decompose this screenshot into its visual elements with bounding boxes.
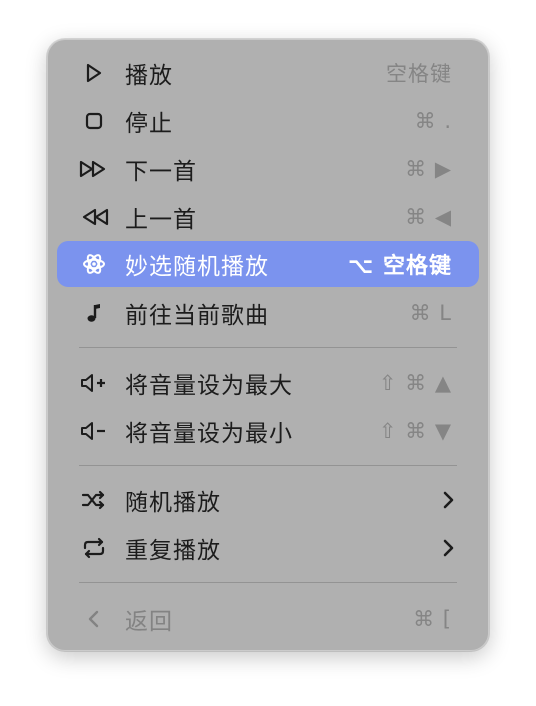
shortcut-text: ⇧ ⌘ ▲ <box>378 371 452 395</box>
previous-track-icon <box>79 204 109 230</box>
menu-item-label: 妙选随机播放 <box>125 254 269 280</box>
play-icon <box>79 60 109 86</box>
volume-down-icon <box>79 418 109 444</box>
menu-item-label: 随机播放 <box>125 490 221 516</box>
repeat-icon <box>79 535 109 561</box>
menu-item-label: 停止 <box>125 111 173 137</box>
menu-item-stop[interactable]: 停止 ⌘ . <box>57 98 479 144</box>
menu-item-back: 返回 ⌘ [ <box>57 596 479 642</box>
shortcut-text: ⌘ L <box>409 301 452 325</box>
menu-separator <box>79 582 457 583</box>
atom-icon <box>79 251 109 277</box>
shortcut-text: 空格键 <box>386 62 452 86</box>
volume-up-icon <box>79 370 109 396</box>
stop-icon <box>79 108 109 134</box>
chevron-right-icon <box>441 539 455 557</box>
menu-item-label: 返回 <box>125 609 173 635</box>
chevron-right-icon <box>441 491 455 509</box>
menu-item-label: 播放 <box>125 63 173 89</box>
music-note-icon <box>79 300 109 326</box>
menu-item-label: 将音量设为最大 <box>125 373 293 399</box>
menu-separator <box>79 347 457 348</box>
menu-item-volume-max[interactable]: 将音量设为最大 ⇧ ⌘ ▲ <box>57 360 479 406</box>
menu-item-label: 上一首 <box>125 207 197 233</box>
menu-separator <box>79 465 457 466</box>
menu-item-label: 将音量设为最小 <box>125 421 293 447</box>
menu-item-go-to-current-song[interactable]: 前往当前歌曲 ⌘ L <box>57 290 479 336</box>
menu-item-previous-track[interactable]: 上一首 ⌘ ◀ <box>57 194 479 240</box>
shortcut-text: ⌥ 空格键 <box>347 254 452 279</box>
shortcut-text: ⌘ . <box>414 109 452 133</box>
back-icon <box>79 606 109 632</box>
shortcut-text: ⌘ ▶ <box>405 157 452 181</box>
shortcut-text: ⇧ ⌘ ▼ <box>378 419 452 443</box>
menu-item-label: 前往当前歌曲 <box>125 303 269 329</box>
shuffle-icon <box>79 487 109 513</box>
playback-context-menu: 播放 空格键 停止 ⌘ . 下一首 ⌘ ▶ 上一首 ⌘ ◀ 妙选随机播放 ⌥ 空… <box>47 39 489 651</box>
next-track-icon <box>79 156 109 182</box>
menu-item-repeat[interactable]: 重复播放 <box>57 525 479 571</box>
menu-item-shuffle[interactable]: 随机播放 <box>57 477 479 523</box>
shortcut-text: ⌘ [ <box>413 607 452 631</box>
menu-item-volume-min[interactable]: 将音量设为最小 ⇧ ⌘ ▼ <box>57 408 479 454</box>
menu-item-play[interactable]: 播放 空格键 <box>57 50 479 96</box>
shortcut-text: ⌘ ◀ <box>405 205 452 229</box>
menu-item-next-track[interactable]: 下一首 ⌘ ▶ <box>57 146 479 192</box>
menu-item-label: 下一首 <box>125 159 197 185</box>
menu-item-smart-shuffle[interactable]: 妙选随机播放 ⌥ 空格键 <box>57 241 479 287</box>
menu-item-label: 重复播放 <box>125 538 221 564</box>
